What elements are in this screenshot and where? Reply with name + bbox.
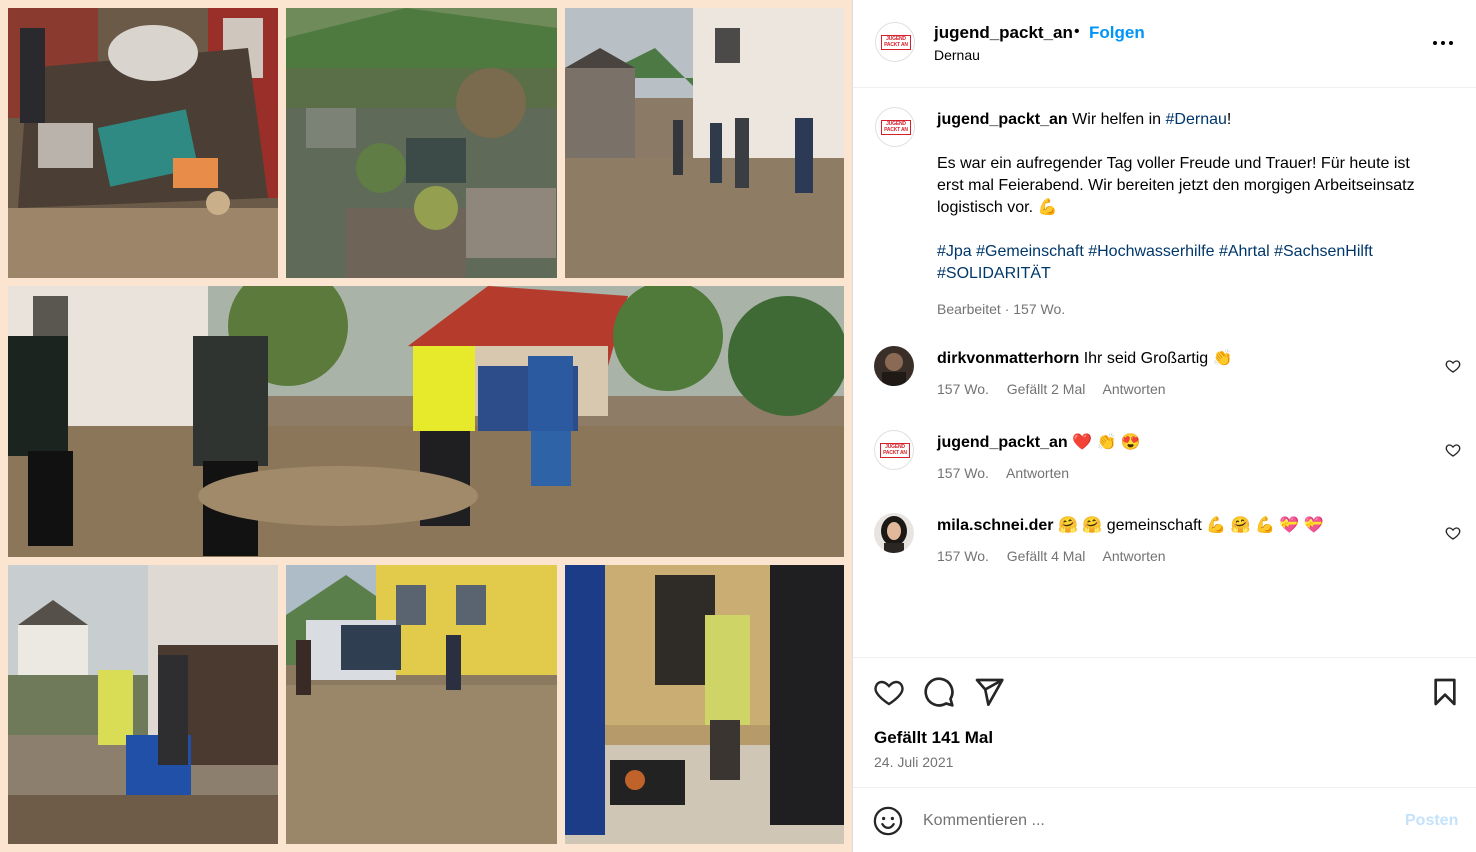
hashtag-link[interactable]: #Gemeinschaft (976, 243, 1084, 260)
comment-heart-icon[interactable] (1445, 525, 1461, 541)
hashtag-link[interactable]: #Ahrtal (1219, 243, 1270, 260)
hashtag-link[interactable]: #SachsenHilft (1274, 243, 1373, 260)
post-header: JUGEND PACKT AN jugend_packt_an • Folgen… (853, 0, 1476, 88)
follow-button[interactable]: Folgen (1089, 23, 1145, 43)
author-username[interactable]: jugend_packt_an (934, 23, 1073, 43)
collage-photo-cellar-doorway (565, 565, 844, 844)
comment-time: 157 Wo. (937, 381, 989, 397)
hashtag-link[interactable]: #Jpa (937, 243, 972, 260)
collage-photo-yellow-house (286, 565, 557, 844)
collage-photo-debris-pile (8, 8, 278, 278)
caption-text: ! (1226, 111, 1232, 128)
logo-jugend-packt-an: JUGEND PACKT AN (881, 35, 911, 50)
hashtag-link[interactable]: #SOLIDARITÄT (937, 265, 1051, 282)
post-comment-button[interactable]: Posten (1405, 812, 1458, 830)
post-location[interactable]: Dernau (934, 47, 980, 63)
comment-icon[interactable] (923, 676, 955, 708)
bookmark-icon[interactable] (1429, 676, 1461, 708)
comment-input[interactable] (923, 808, 1383, 834)
comment-likes[interactable]: Gefällt 2 Mal (1007, 381, 1086, 397)
reply-button[interactable]: Antworten (1103, 381, 1166, 397)
post-date: 24. Juli 2021 (874, 754, 954, 770)
heart-icon[interactable] (873, 676, 905, 708)
hashtag-link[interactable]: #Hochwasserhilfe (1088, 243, 1214, 260)
caption-username[interactable]: jugend_packt_an (937, 111, 1068, 128)
separator-dot: • (1074, 23, 1080, 40)
add-comment-bar: Posten (853, 787, 1476, 852)
comment-time: 157 Wo. (937, 465, 989, 481)
commenter-avatar[interactable] (874, 513, 914, 553)
post-side-panel: JUGEND PACKT AN jugend_packt_an • Folgen… (852, 0, 1476, 852)
comment-text: 🤗 🤗 gemeinschaft 💪 🤗 💪 💝 💝 (1057, 517, 1324, 534)
hashtag-link[interactable]: #Dernau (1166, 111, 1227, 128)
comment-text: Ihr seid Großartig 👏 (1083, 350, 1233, 367)
comment-heart-icon[interactable] (1445, 358, 1461, 374)
comment-likes[interactable]: Gefällt 4 Mal (1007, 548, 1086, 564)
caption-author-avatar[interactable]: JUGEND PACKT AN (875, 107, 915, 147)
author-avatar[interactable]: JUGEND PACKT AN (875, 22, 915, 62)
comment-heart-icon[interactable] (1445, 442, 1461, 458)
comment-username[interactable]: dirkvonmatterhorn (937, 350, 1079, 367)
commenter-avatar[interactable]: JUGEND PACKT AN (874, 430, 914, 470)
post-media-collage[interactable] (0, 0, 852, 852)
caption-paragraph: Es war ein aufregender Tag voller Freude… (937, 155, 1415, 216)
comment-item: mila.schnei.der 🤗 🤗 gemeinschaft 💪 🤗 💪 💝… (853, 513, 1476, 593)
collage-photo-street-workers (565, 8, 844, 278)
post-actions: Gefällt 141 Mal 24. Juli 2021 (853, 657, 1476, 787)
reply-button[interactable]: Antworten (1006, 465, 1069, 481)
reply-button[interactable]: Antworten (1103, 548, 1166, 564)
comment-item: JUGEND PACKT AN jugend_packt_an ❤️ 👏 😍 1… (853, 430, 1476, 510)
more-options-icon[interactable] (1429, 32, 1457, 52)
comment-item: dirkvonmatterhorn Ihr seid Großartig 👏 1… (853, 346, 1476, 426)
caption-text: Wir helfen in (1072, 111, 1162, 128)
collage-photo-flooded-street (8, 286, 844, 557)
comment-text: ❤️ 👏 😍 (1072, 434, 1141, 451)
logo-jugend-packt-an: JUGEND PACKT AN (881, 120, 911, 135)
comment-username[interactable]: jugend_packt_an (937, 434, 1068, 451)
collage-photo-cemetery (286, 8, 557, 278)
comment-username[interactable]: mila.schnei.der (937, 517, 1054, 534)
logo-jugend-packt-an: JUGEND PACKT AN (880, 443, 910, 458)
likes-count[interactable]: Gefällt 141 Mal (874, 728, 993, 748)
collage-photo-rain-ponchos (8, 565, 278, 844)
emoji-icon[interactable] (873, 806, 903, 836)
share-icon[interactable] (973, 676, 1005, 708)
commenter-avatar[interactable] (874, 346, 914, 386)
post-caption: jugend_packt_an Wir helfen in #Dernau! E… (937, 109, 1437, 285)
comment-time: 157 Wo. (937, 548, 989, 564)
caption-meta: Bearbeitet · 157 Wo. (937, 301, 1066, 317)
